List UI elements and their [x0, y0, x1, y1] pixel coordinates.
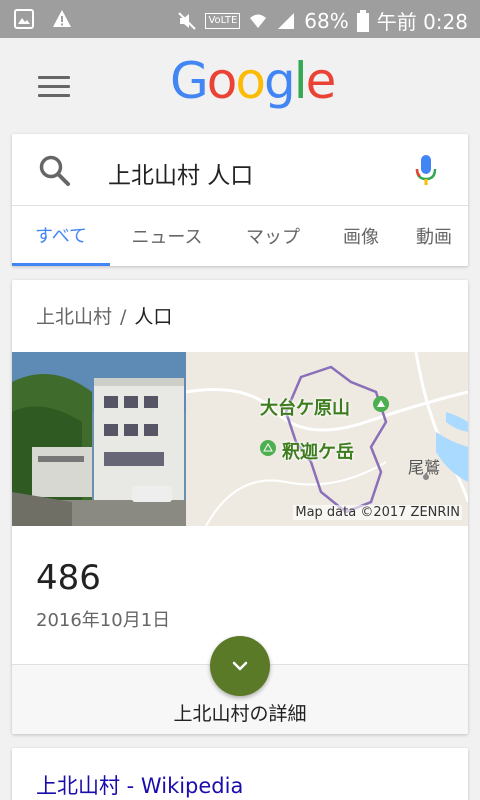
warning-icon [53, 10, 71, 27]
expand-button[interactable] [210, 636, 270, 696]
search-card: 上北山村 人口 すべて ニュース マップ 画像 動画 [12, 134, 468, 266]
logo-letter: o [206, 52, 238, 110]
search-bar[interactable]: 上北山村 人口 [12, 134, 468, 206]
breadcrumb: 上北山村 / 人口 [36, 302, 172, 329]
volte-badge: VoLTE [205, 12, 241, 29]
signal-icon [278, 12, 295, 29]
wikipedia-result: 上北山村 - Wikipedia [12, 748, 468, 800]
mic-icon[interactable] [414, 154, 438, 188]
tab-item[interactable]: 動画 [400, 206, 468, 266]
search-icon[interactable] [38, 154, 72, 188]
logo-letter: G [170, 52, 209, 110]
logo-letter: e [305, 52, 337, 110]
breadcrumb-entity[interactable]: 上北山村 [36, 306, 112, 328]
population-date: 2016年10月1日 [36, 610, 171, 631]
menu-icon[interactable] [38, 76, 70, 98]
details-link-label: 上北山村の詳細 [173, 703, 307, 725]
header: Google [0, 38, 480, 134]
search-input[interactable]: 上北山村 人口 [108, 156, 253, 190]
tab-item[interactable]: ニュース [110, 206, 224, 266]
logo-letter: o [235, 52, 266, 110]
clock: 午前 0:28 [376, 10, 468, 34]
map-credit: Map data ©2017 ZENRIN [293, 505, 462, 520]
map-label-town: 尾鷲 [408, 458, 441, 477]
map-label-peak: 釈迦ケ岳 [282, 442, 354, 463]
tab-item[interactable]: マップ [224, 206, 322, 266]
wikipedia-link[interactable]: 上北山村 - Wikipedia [36, 770, 243, 800]
chevron-down-icon [232, 661, 248, 671]
wifi-icon [250, 14, 267, 28]
battery-percent: 68% [304, 8, 349, 33]
breadcrumb-attribute: 人口 [134, 306, 173, 328]
tab-item[interactable]: 画像 [322, 206, 400, 266]
battery-icon [356, 9, 369, 32]
breadcrumb-separator: / [120, 306, 127, 328]
village-office-photo[interactable] [12, 352, 186, 526]
google-logo: Google [170, 52, 337, 110]
status-bar: VoLTE 68% 午前 0:28 [0, 0, 480, 38]
population-value: 486 [36, 558, 101, 598]
logo-letter: g [263, 52, 296, 110]
media-row: 大台ケ原山 釈迦ケ岳 尾鷲 Map data ©2017 ZENRIN [12, 352, 468, 526]
mute-icon [178, 11, 197, 30]
map-thumbnail[interactable]: 大台ケ原山 釈迦ケ岳 尾鷲 Map data ©2017 ZENRIN [186, 352, 468, 526]
logo-letter: l [293, 52, 308, 110]
tab-item[interactable]: すべて [12, 206, 110, 266]
gallery-notification-icon [14, 9, 34, 29]
search-tabs: すべて ニュース マップ 画像 動画 [12, 206, 468, 266]
map-label-peak: 大台ケ原山 [260, 398, 350, 419]
